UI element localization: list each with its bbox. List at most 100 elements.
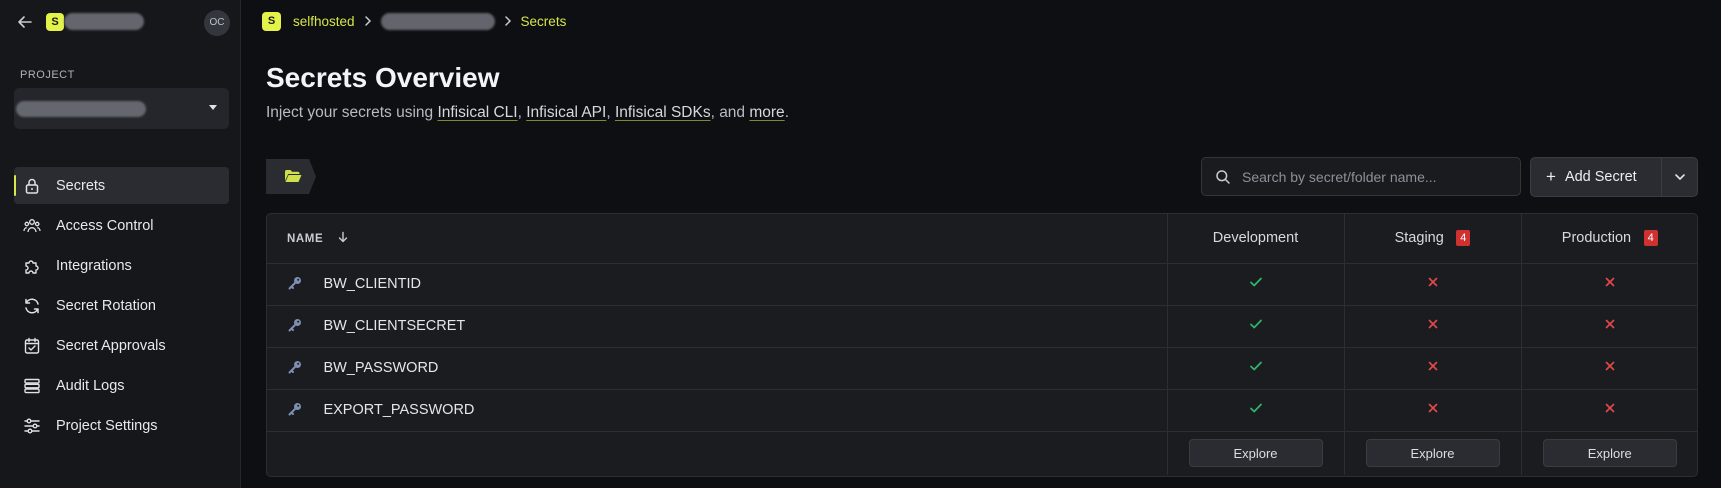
explore-development-button[interactable]: Explore xyxy=(1188,439,1323,468)
sidebar-header: S OC xyxy=(0,0,241,44)
secret-name: BW_PASSWORD xyxy=(323,360,439,376)
missing-count-badge: 4 xyxy=(1643,230,1658,247)
chevron-right-icon xyxy=(504,16,511,26)
key-icon xyxy=(288,403,301,416)
sidebar-item-label: Access Control xyxy=(56,217,154,234)
subtitle-separator: , xyxy=(606,104,615,121)
add-secret-dropdown-button[interactable] xyxy=(1661,158,1697,196)
breadcrumb-project-redacted[interactable] xyxy=(380,12,495,30)
subtitle-separator: , and xyxy=(710,104,750,121)
breadcrumb: S selfhosted Secrets xyxy=(262,10,566,32)
missing-count-badge: 4 xyxy=(1456,230,1471,247)
org-name-redacted[interactable] xyxy=(64,13,144,30)
x-icon xyxy=(1605,277,1615,287)
status-present-cell xyxy=(1166,263,1344,306)
sidebar-item-label: Integrations xyxy=(56,257,132,274)
status-present-cell xyxy=(1166,389,1344,432)
status-present-cell xyxy=(1166,347,1344,390)
sidebar-item-label: Secret Approvals xyxy=(56,337,166,354)
key-icon xyxy=(288,319,301,332)
sidebar-nav: Secrets Access Control Integrations Secr… xyxy=(14,167,229,447)
secrets-overview-table: NAME Development Staging 4 Production 4 xyxy=(266,213,1698,477)
sidebar-item-secrets[interactable]: Secrets xyxy=(14,167,229,204)
sidebar-item-label: Project Settings xyxy=(56,417,158,434)
sidebar-item-integrations[interactable]: Integrations xyxy=(14,247,229,284)
secret-name-cell: BW_PASSWORD xyxy=(267,347,1167,390)
sidebar-item-audit-logs[interactable]: Audit Logs xyxy=(14,367,229,404)
chevron-right-icon xyxy=(364,16,371,26)
lock-icon xyxy=(25,178,39,194)
link-infisical-cli[interactable]: Infisical CLI xyxy=(437,104,517,121)
subtitle-separator: , xyxy=(517,104,527,121)
secret-name-cell: BW_CLIENTID xyxy=(267,263,1167,306)
calendar-check-icon xyxy=(24,337,40,354)
search-input[interactable] xyxy=(1242,158,1512,195)
env-header-staging[interactable]: Staging 4 xyxy=(1343,214,1521,264)
sidebar-item-access-control[interactable]: Access Control xyxy=(14,207,229,244)
subtitle-text: Inject your secrets using xyxy=(266,104,434,121)
explore-staging-button[interactable]: Explore xyxy=(1365,439,1500,468)
explore-row: Explore Explore Explore xyxy=(267,431,1697,475)
status-missing-cell xyxy=(1343,305,1521,348)
explore-cell: Explore xyxy=(1343,431,1521,475)
x-icon xyxy=(1605,319,1615,329)
name-column-header[interactable]: NAME xyxy=(267,214,1167,264)
arrow-down-icon[interactable] xyxy=(337,231,349,243)
explore-cell: Explore xyxy=(1166,431,1344,475)
key-icon xyxy=(288,277,301,290)
table-row[interactable]: BW_PASSWORD xyxy=(267,347,1697,390)
search-box[interactable] xyxy=(1201,157,1521,196)
env-header-development[interactable]: Development xyxy=(1166,214,1344,264)
sidebar-item-secret-rotation[interactable]: Secret Rotation xyxy=(14,287,229,324)
x-icon xyxy=(1428,319,1437,329)
x-icon xyxy=(1428,361,1437,371)
check-icon xyxy=(1249,361,1262,370)
sidebar-item-label: Audit Logs xyxy=(56,377,125,394)
sliders-icon xyxy=(24,418,40,433)
status-missing-cell xyxy=(1520,263,1697,306)
project-selector[interactable] xyxy=(14,88,229,129)
users-icon xyxy=(23,218,41,232)
table-row[interactable]: EXPORT_PASSWORD xyxy=(267,389,1697,432)
page-title: Secrets Overview xyxy=(266,62,500,93)
secret-name: BW_CLIENTSECRET xyxy=(323,318,466,334)
env-header-production[interactable]: Production 4 xyxy=(1520,214,1697,264)
status-missing-cell xyxy=(1343,263,1521,306)
breadcrumb-current[interactable]: Secrets xyxy=(521,14,567,29)
rotate-icon xyxy=(25,298,39,313)
env-header-label: Staging xyxy=(1394,230,1444,247)
link-infisical-sdks[interactable]: Infisical SDKs xyxy=(615,104,711,121)
add-secret-button-group: + Add Secret xyxy=(1530,157,1698,197)
empty-cell xyxy=(267,431,1167,475)
org-logo[interactable]: S xyxy=(46,13,64,31)
check-icon xyxy=(1249,403,1262,412)
secret-name-cell: BW_CLIENTSECRET xyxy=(267,305,1167,348)
folder-root-button[interactable] xyxy=(266,159,316,194)
secret-name: BW_CLIENTID xyxy=(323,276,421,292)
add-secret-button[interactable]: + Add Secret xyxy=(1531,158,1661,196)
sidebar: S OC PROJECT Secrets Access Control Inte… xyxy=(0,0,241,488)
back-arrow-icon[interactable] xyxy=(16,13,34,31)
link-infisical-api[interactable]: Infisical API xyxy=(526,104,606,121)
x-icon xyxy=(1428,403,1437,413)
subtitle-period: . xyxy=(784,104,789,121)
plus-icon: + xyxy=(1546,167,1556,186)
folder-open-icon xyxy=(285,170,302,182)
table-row[interactable]: BW_CLIENTID xyxy=(267,263,1697,306)
table-row[interactable]: BW_CLIENTSECRET xyxy=(267,305,1697,348)
user-avatar[interactable]: OC xyxy=(204,10,230,36)
explore-production-button[interactable]: Explore xyxy=(1542,439,1677,468)
key-icon xyxy=(288,361,301,374)
org-logo[interactable]: S xyxy=(262,11,281,31)
sidebar-item-secret-approvals[interactable]: Secret Approvals xyxy=(14,327,229,364)
x-icon xyxy=(1605,361,1615,371)
status-missing-cell xyxy=(1343,389,1521,432)
breadcrumb-org[interactable]: selfhosted xyxy=(293,14,355,29)
sidebar-item-project-settings[interactable]: Project Settings xyxy=(14,407,229,444)
chevron-down-icon xyxy=(1674,174,1685,180)
chevron-down-icon xyxy=(209,105,217,110)
status-missing-cell xyxy=(1343,347,1521,390)
link-more[interactable]: more xyxy=(749,104,784,121)
x-icon xyxy=(1428,277,1437,287)
list-icon xyxy=(24,378,40,393)
